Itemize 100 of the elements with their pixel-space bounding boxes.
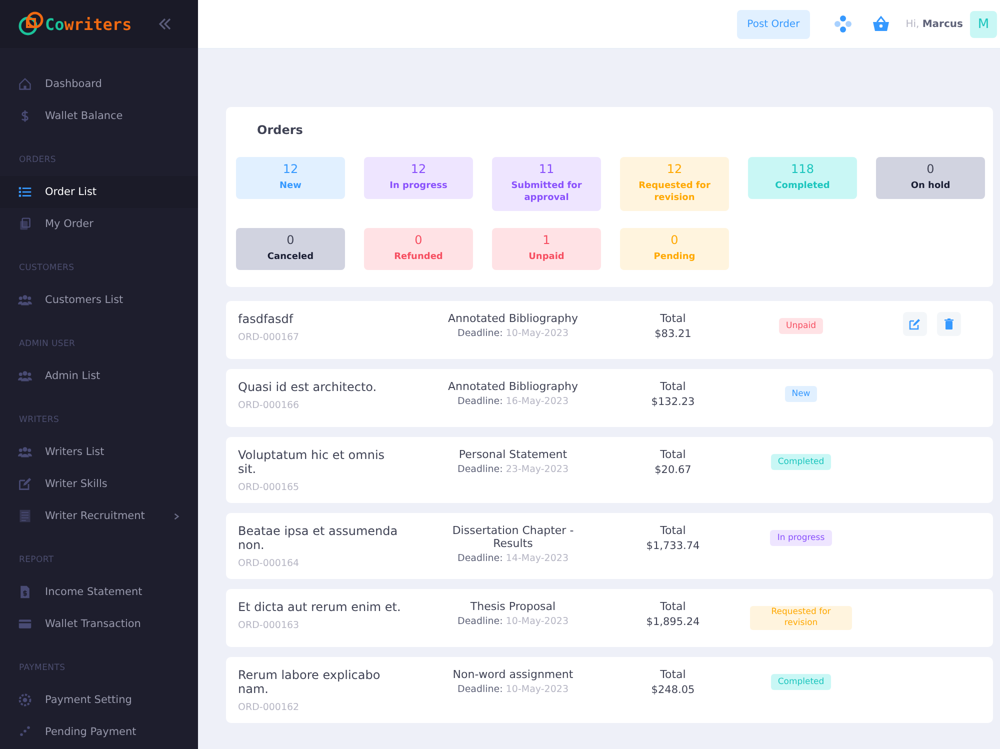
order-deadline: Deadline: 10-May-2023 bbox=[456, 328, 570, 339]
sidebar-item[interactable]: Writers List bbox=[0, 436, 198, 468]
status-label: Pending bbox=[652, 251, 696, 263]
sidebar-item[interactable]: Dashboard bbox=[0, 68, 198, 100]
order-row[interactable]: Rerum labore explicabo nam. ORD-000162 Non-word assignment Deadline: 10-May-2023 Total $248.05 Completed bbox=[226, 657, 993, 723]
card-icon bbox=[18, 617, 32, 631]
sidebar-item[interactable]: Writer Recruitment bbox=[0, 500, 198, 532]
users-icon bbox=[18, 293, 32, 307]
status-label: Refunded bbox=[393, 251, 444, 263]
total-label: Total bbox=[659, 380, 687, 393]
status-label: Submitted for approval bbox=[510, 180, 583, 204]
document-icon bbox=[18, 509, 32, 523]
users-icon bbox=[18, 369, 32, 383]
order-type: Personal Statement bbox=[458, 448, 568, 461]
gear-icon bbox=[18, 693, 32, 707]
status-tile[interactable]: 0 On hold bbox=[876, 157, 985, 199]
order-title: Quasi id est architecto. bbox=[238, 380, 378, 394]
sidebar-item[interactable]: Admin List bbox=[0, 360, 198, 392]
status-badge: Completed bbox=[770, 454, 832, 470]
status-label: Unpaid bbox=[528, 251, 566, 263]
order-deadline: Deadline: 10-May-2023 bbox=[456, 616, 570, 627]
total-amount: $132.23 bbox=[650, 396, 696, 408]
order-deadline: Deadline: 23-May-2023 bbox=[456, 464, 570, 475]
status-label: In progress bbox=[388, 180, 448, 192]
section-heading: REPORT bbox=[18, 554, 55, 567]
status-count: 12 bbox=[282, 162, 300, 177]
sidebar-item[interactable]: Income Statement bbox=[0, 576, 198, 608]
order-type: Annotated Bibliography bbox=[447, 380, 579, 393]
section-heading: PAYMENTS bbox=[18, 662, 66, 675]
status-badge: Unpaid bbox=[779, 318, 823, 334]
delete-button[interactable] bbox=[937, 312, 961, 336]
total-label: Total bbox=[659, 448, 687, 461]
order-deadline: Deadline: 14-May-2023 bbox=[456, 553, 570, 564]
section-heading: WRITERS bbox=[18, 414, 60, 427]
status-count: 118 bbox=[790, 162, 815, 177]
order-type: Non-word assignment bbox=[452, 668, 574, 681]
order-title: Beatae ipsa et assumenda non. bbox=[238, 524, 399, 552]
total-label: Total bbox=[659, 600, 687, 613]
dots-icon bbox=[18, 725, 32, 739]
status-count: 12 bbox=[410, 162, 428, 177]
sidebar-item[interactable]: Pending Payment bbox=[0, 716, 198, 748]
basket-icon[interactable] bbox=[872, 15, 890, 33]
section-heading: ADMIN USER bbox=[18, 338, 76, 351]
order-row[interactable]: fasdfasdf ORD-000167 Annotated Bibliography Deadline: 10-May-2023 Total $83.21 Unpaid bbox=[226, 301, 993, 359]
copy-icon bbox=[18, 217, 32, 231]
total-amount: $20.67 bbox=[654, 464, 692, 476]
sidebar-item[interactable]: My Order bbox=[0, 208, 198, 240]
order-row[interactable]: Quasi id est architecto. ORD-000166 Annotated Bibliography Deadline: 16-May-2023 Total $132.23 New bbox=[226, 369, 993, 427]
total-amount: $1,733.74 bbox=[645, 540, 701, 552]
status-tile[interactable]: 0 Canceled bbox=[236, 228, 345, 270]
users-icon bbox=[18, 445, 32, 459]
sidebar-item[interactable]: Payment Setting bbox=[0, 684, 198, 716]
sidebar-item[interactable]: Order List bbox=[0, 176, 198, 208]
total-label: Total bbox=[659, 312, 687, 325]
sidebar-item[interactable]: Customers List bbox=[0, 284, 198, 316]
status-count: 0 bbox=[414, 233, 424, 248]
section-heading: ORDERS bbox=[18, 154, 58, 167]
order-type: Annotated Bibliography bbox=[447, 312, 579, 325]
status-label: Requested for revision bbox=[638, 180, 712, 204]
logo-icon bbox=[18, 11, 44, 37]
order-deadline: Deadline: 10-May-2023 bbox=[456, 684, 570, 695]
order-id: ORD-000165 bbox=[238, 482, 300, 493]
collapse-icon[interactable] bbox=[158, 17, 172, 31]
order-type: Thesis Proposal bbox=[469, 600, 557, 613]
status-badge: New bbox=[784, 386, 818, 402]
order-row[interactable]: Et dicta aut rerum enim et. ORD-000163 Thesis Proposal Deadline: 10-May-2023 Total $1,895.24 Requested for revision bbox=[226, 589, 993, 647]
apps-icon[interactable] bbox=[834, 15, 852, 33]
sidebar-item[interactable]: Wallet Balance bbox=[0, 100, 198, 132]
status-badge: Completed bbox=[770, 674, 832, 690]
order-id: ORD-000162 bbox=[238, 702, 300, 713]
total-amount: $83.21 bbox=[654, 328, 692, 340]
edit-icon bbox=[909, 318, 921, 330]
order-type: Dissertation Chapter - Results bbox=[451, 524, 575, 550]
edit-icon bbox=[18, 477, 32, 491]
status-count: 0 bbox=[286, 233, 296, 248]
status-count: 1 bbox=[542, 233, 552, 248]
invoice-icon bbox=[18, 585, 32, 599]
sidebar-item[interactable]: Wallet Transaction bbox=[0, 608, 198, 640]
order-id: ORD-000167 bbox=[238, 332, 300, 343]
edit-button[interactable] bbox=[903, 312, 927, 336]
sidebar-item[interactable]: Writer Skills bbox=[0, 468, 198, 500]
order-row[interactable]: Beatae ipsa et assumenda non. ORD-000164 Dissertation Chapter - Results Deadline: 14-May-2023 Total $1,733.74 In progress bbox=[226, 513, 993, 579]
list-icon bbox=[18, 185, 32, 199]
card-title: Orders bbox=[256, 123, 304, 137]
status-label: On hold bbox=[910, 180, 952, 192]
order-id: ORD-000163 bbox=[238, 620, 300, 631]
status-count: 0 bbox=[926, 162, 936, 177]
total-label: Total bbox=[659, 524, 687, 537]
status-label: New bbox=[278, 180, 302, 192]
status-badge: In progress bbox=[770, 530, 832, 546]
home-icon bbox=[18, 77, 32, 91]
status-badge: Requested for revision bbox=[750, 606, 852, 630]
trash-icon bbox=[943, 318, 955, 330]
section-heading: CUSTOMERS bbox=[18, 262, 76, 275]
order-row[interactable]: Voluptatum hic et omnis sit. ORD-000165 Personal Statement Deadline: 23-May-2023 Total $20.67 Completed bbox=[226, 437, 993, 503]
order-id: ORD-000164 bbox=[238, 558, 300, 569]
status-tile[interactable]: 12 In progress bbox=[364, 157, 473, 199]
total-amount: $1,895.24 bbox=[645, 616, 701, 628]
order-title: Rerum labore explicabo nam. bbox=[238, 668, 382, 696]
status-tile[interactable]: 11 Submitted for approval bbox=[492, 157, 601, 211]
